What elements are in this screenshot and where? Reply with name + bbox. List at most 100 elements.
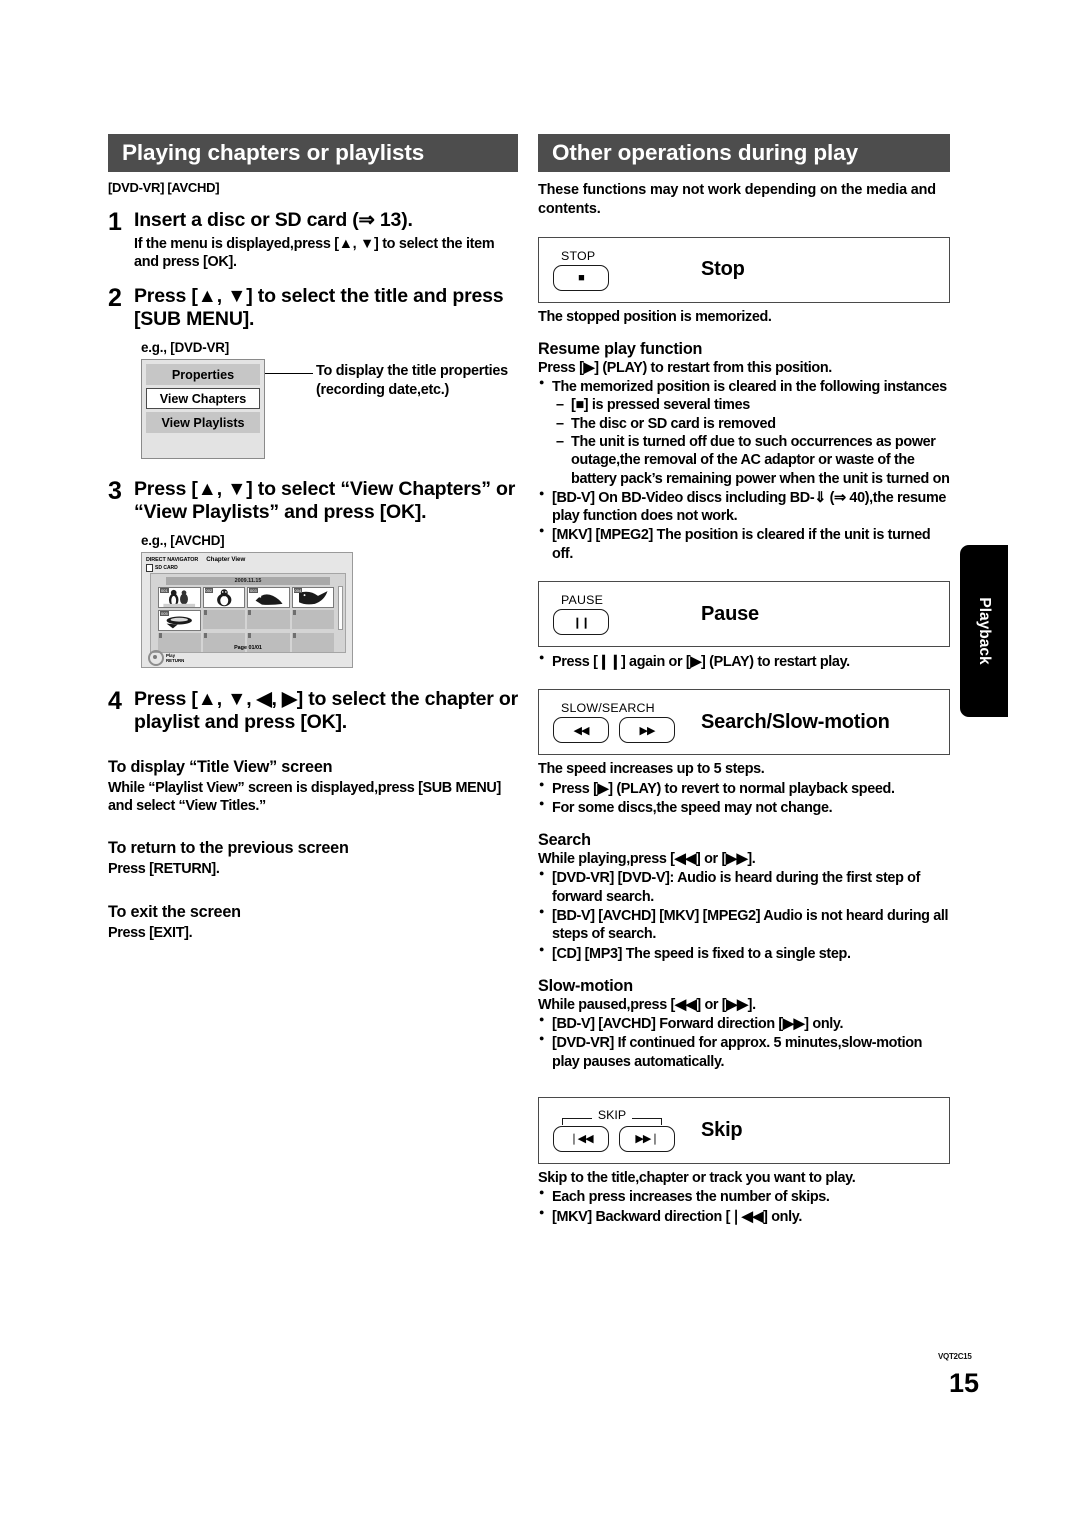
- direct-navigator-key-guide: Play RETURN: [148, 650, 184, 667]
- resume-dash-list: [■] is pressed several times The disc or…: [556, 396, 950, 487]
- step-3-number: 3: [108, 477, 122, 506]
- search-forward-button[interactable]: ▶▶: [619, 717, 675, 744]
- thumbnail-cell-empty[interactable]: [202, 610, 245, 630]
- left-column: Playing chapters or playlists [DVD-VR] […: [108, 134, 518, 942]
- step-4-title: Press [▲, ▼, ◀, ▶] to select the chapter…: [134, 688, 519, 734]
- stop-note: The stopped position is memorized.: [538, 308, 772, 325]
- resume-bullet-list: The memorized position is cleared in the…: [538, 377, 950, 396]
- search-instruction: While playing,press [◀◀] or [▶▶].: [538, 851, 756, 868]
- thumbnail-index: [203, 633, 207, 639]
- step-2: 2 Press [▲, ▼] to select the title and p…: [108, 285, 518, 331]
- thumbnail-cell[interactable]: 004: [291, 587, 334, 609]
- title-view-body: While “Playlist View” screen is displaye…: [108, 780, 501, 815]
- scrollbar[interactable]: [338, 586, 343, 631]
- skip-label: Skip: [701, 1118, 743, 1141]
- thumbnail-index: [248, 610, 252, 616]
- skip-backward-icon: ❘◀◀: [569, 1133, 593, 1146]
- search-slow-operation-box: SLOW/SEARCH ◀◀ ▶▶ Search/Slow-motion: [538, 689, 950, 756]
- thumbnail-cell-empty[interactable]: [247, 610, 290, 630]
- submenu-item-view-playlists[interactable]: View Playlists: [146, 412, 260, 434]
- slow-search-caption: SLOW/SEARCH: [561, 701, 655, 716]
- step-3: 3 Press [▲, ▼] to select “View Chapters”…: [108, 478, 518, 524]
- stop-label: Stop: [701, 258, 745, 281]
- pause-label: Pause: [701, 602, 759, 625]
- skip-caption-bracket: SKIP: [553, 1107, 671, 1125]
- skip-note: Skip to the title,chapter or track you w…: [538, 1169, 856, 1186]
- step-4: 4 Press [▲, ▼, ◀, ▶] to select the chapt…: [108, 688, 518, 734]
- thumbnail-index: [292, 610, 296, 616]
- skip-forward-button[interactable]: ▶▶❘: [619, 1125, 675, 1152]
- pause-button[interactable]: ❙❙: [553, 609, 609, 635]
- thumbnail-index: [159, 633, 163, 639]
- side-tab-label: Playback: [976, 597, 993, 665]
- list-item: [DVD-VR] If continued for approx. 5 minu…: [538, 1033, 950, 1071]
- step-2-number: 2: [108, 284, 122, 313]
- sd-card-icon: [146, 564, 153, 573]
- thumbnail-index: 005: [160, 611, 169, 617]
- slow-motion-detail-list: [BD-V] [AVCHD] Forward direction [▶▶] on…: [538, 1014, 950, 1071]
- step-2-title: Press [▲, ▼] to select the title and pre…: [134, 285, 504, 331]
- section-title-other-operations: Other operations during play: [538, 134, 950, 173]
- list-item: [CD] [MP3] The speed is fixed to a singl…: [538, 944, 950, 963]
- resume-play-heading: Resume play function: [538, 339, 703, 358]
- direct-navigator-card-label: SD CARD: [155, 565, 178, 572]
- slow-motion-heading: Slow-motion: [538, 976, 633, 995]
- document-code: VQT2C15: [938, 1352, 972, 1361]
- step-4-number: 4: [108, 687, 122, 716]
- other-operations-intro: These functions may not work depending o…: [538, 182, 936, 217]
- direct-navigator-body: 2009.11.15 001 002 003 004 005 Page 01/0…: [150, 573, 346, 654]
- manual-page: Playing chapters or playlists [DVD-VR] […: [0, 0, 1080, 1528]
- search-slow-label: Search/Slow-motion: [701, 710, 890, 733]
- search-speed-note: The speed increases up to 5 steps.: [538, 761, 765, 778]
- right-column: Other operations during play These funct…: [538, 134, 950, 1226]
- stop-operation-box: STOP ■ Stop: [538, 236, 950, 303]
- list-item: The memorized position is cleared in the…: [538, 377, 950, 396]
- submenu-popup: Properties View Chapters View Playlists: [141, 359, 265, 460]
- thumbnail-index: 003: [249, 588, 258, 594]
- cursor-ring-icon: [148, 650, 164, 667]
- thumbnail-cell[interactable]: 005: [158, 610, 201, 632]
- direct-navigator-title: DIRECT NAVIGATOR: [146, 557, 199, 564]
- key-guide-play: Play: [166, 652, 176, 658]
- callout-properties-description: To display the title properties (recordi…: [316, 363, 508, 398]
- return-previous-heading: To return to the previous screen: [108, 839, 349, 858]
- example-label-dvdvr: e.g., [DVD-VR]: [141, 340, 229, 356]
- list-item: Press [▶] (PLAY) to revert to normal pla…: [538, 779, 950, 798]
- thumbnail-index: [203, 610, 207, 616]
- list-item: For some discs,the speed may not change.: [538, 798, 950, 817]
- submenu-item-properties[interactable]: Properties: [146, 364, 260, 386]
- list-item: [■] is pressed several times: [556, 396, 950, 415]
- pause-button-caption: PAUSE: [561, 593, 604, 607]
- thumbnail-grid: 001 002 003 004 005: [154, 587, 342, 653]
- list-item: [BD-V] [AVCHD] Forward direction [▶▶] on…: [538, 1014, 950, 1033]
- search-bullet-list: Press [▶] (PLAY) to revert to normal pla…: [538, 779, 950, 818]
- skip-backward-button[interactable]: ❘◀◀: [553, 1125, 609, 1152]
- title-view-heading: To display “Title View” screen: [108, 758, 333, 777]
- submenu-item-view-chapters[interactable]: View Chapters: [146, 388, 260, 410]
- rewind-icon: ◀◀: [573, 724, 590, 737]
- step-1: 1 Insert a disc or SD card (⇒ 13). If th…: [108, 209, 518, 271]
- thumbnail-cell[interactable]: 001: [158, 587, 201, 609]
- list-item: [MKV] Backward direction [❘◀◀] only.: [538, 1206, 950, 1226]
- skip-operation-box: SKIP ❘◀◀ ▶▶❘ Skip: [538, 1096, 950, 1164]
- thumbnail-cell-empty[interactable]: [291, 610, 334, 630]
- thumbnail-index: 004: [293, 588, 303, 594]
- search-reverse-button[interactable]: ◀◀: [553, 717, 609, 744]
- thumbnail-cell[interactable]: 003: [247, 587, 290, 609]
- list-item: [DVD-VR] [DVD-V]: Audio is heard during …: [538, 868, 950, 906]
- thumbnail-index: 001: [160, 588, 169, 594]
- thumbnail-index: [248, 633, 252, 639]
- skip-forward-icon: ▶▶❘: [635, 1133, 659, 1146]
- pause-bullet-list: Press [❙❙] again or [▶] (PLAY) to restar…: [538, 652, 950, 671]
- search-heading: Search: [538, 831, 591, 850]
- pause-operation-box: PAUSE ❙❙ Pause: [538, 581, 950, 647]
- thumbnail-cell[interactable]: 002: [202, 587, 245, 609]
- list-item: [MKV] [MPEG2] The position is cleared if…: [538, 525, 950, 563]
- step-3-title: Press [▲, ▼] to select “View Chapters” o…: [134, 478, 516, 524]
- stop-button[interactable]: ■: [553, 264, 609, 291]
- example-label-avchd: e.g., [AVCHD]: [141, 533, 225, 549]
- exit-screen-body: Press [EXIT].: [108, 924, 193, 941]
- thumbnail-index: 002: [204, 588, 214, 594]
- pause-icon: ❙❙: [572, 616, 590, 629]
- page-number: 15: [948, 1368, 980, 1398]
